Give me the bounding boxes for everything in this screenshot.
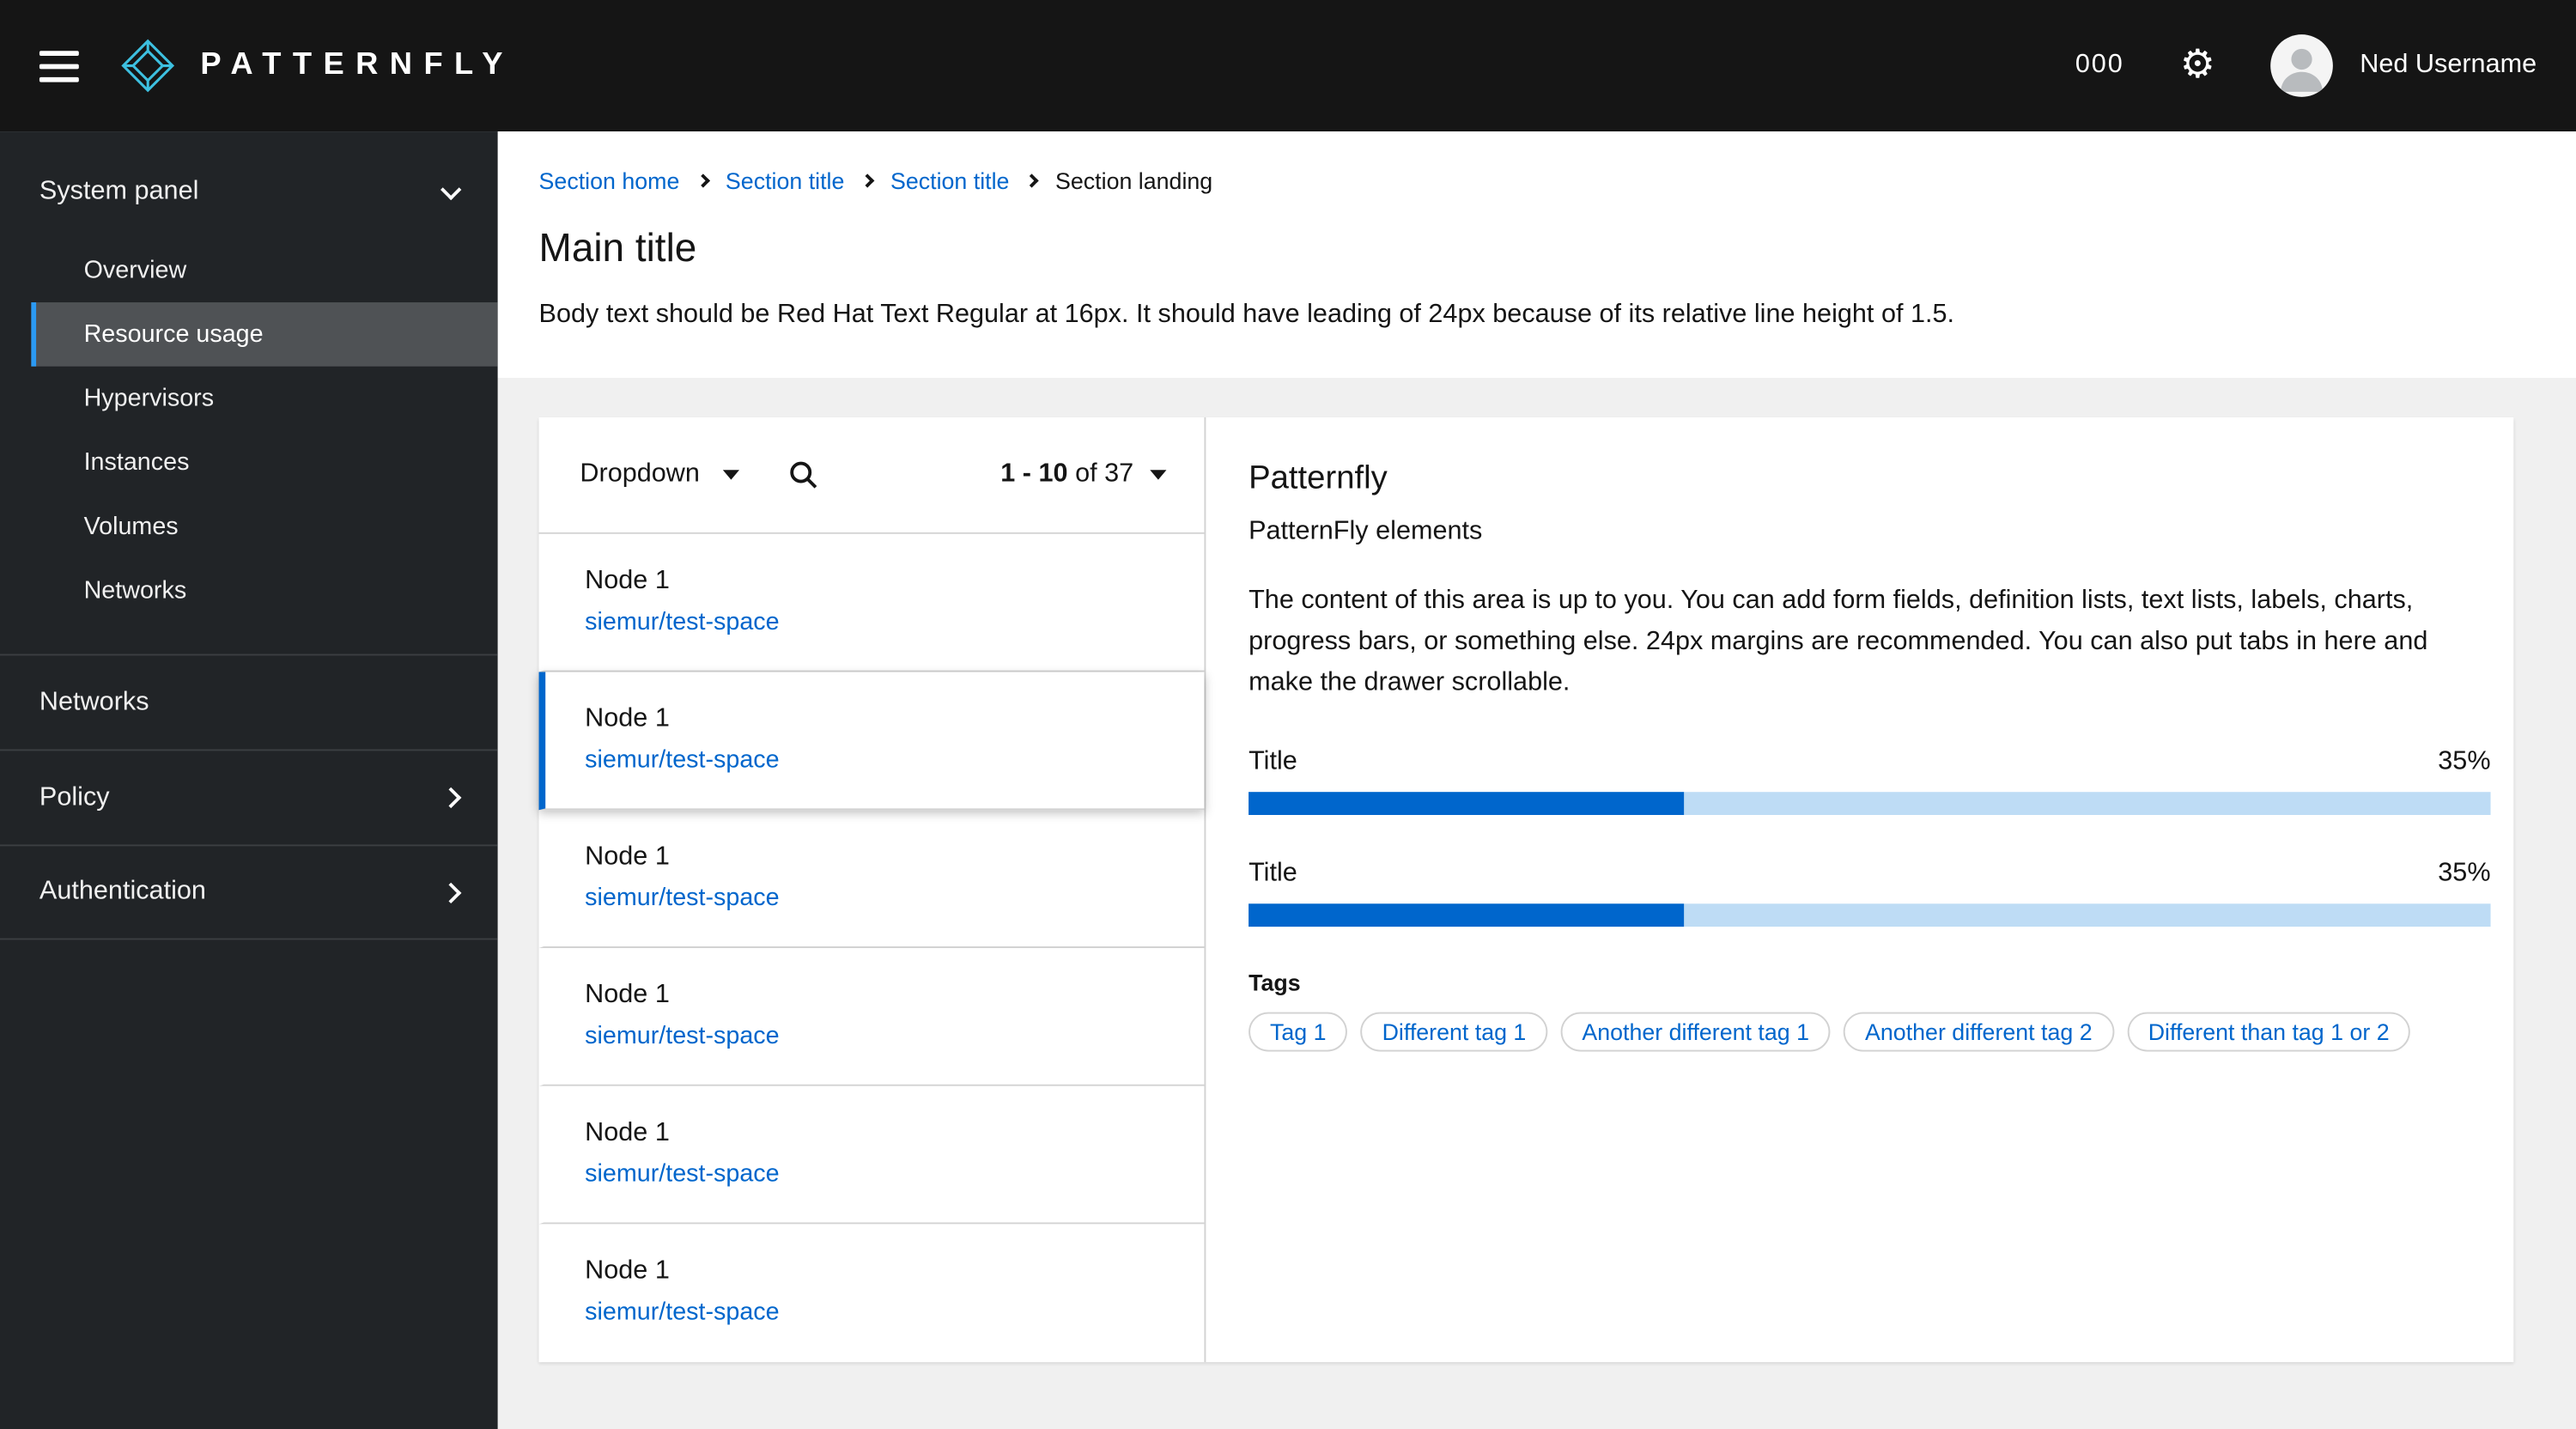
progress-label: Title [1249,859,1297,888]
networks-label: Networks [39,687,149,716]
tags-row: Tag 1 Different tag 1 Another different … [1249,1012,2490,1052]
list-item[interactable]: Node 1 siemur/test-space [538,947,1205,1086]
sidebar-item-networks[interactable]: Networks [0,654,498,749]
node-title: Node 1 [585,567,670,595]
pagination-toggle[interactable]: 1 - 10 of 37 [1000,459,1167,490]
pagination-range: 1 - 10 [1000,459,1068,489]
progress-bar [1249,903,2491,927]
tag-pill[interactable]: Tag 1 [1249,1012,1348,1052]
breadcrumb-separator-icon [860,173,875,188]
app: PATTERNFLY 000 ⚙ Ned Username System pan… [0,0,2576,1429]
pagination-total: of 37 [1075,459,1134,489]
breadcrumb-link[interactable]: Section title [890,167,1009,194]
progress-header: Title 35% [1249,748,2490,777]
authentication-label: Authentication [39,877,206,906]
progress-value: 35% [2438,859,2491,888]
sidebar-item-authentication[interactable]: Authentication [0,844,498,940]
data-list-panel: Dropdown 1 - 10 of 37 Node 1 siemur/test… [538,417,1205,1363]
list-toolbar: Dropdown 1 - 10 of 37 [538,417,1205,534]
breadcrumb-current: Section landing [1055,167,1213,194]
system-panel-label: System panel [39,177,199,206]
list-item[interactable]: Node 1 siemur/test-space [538,1085,1205,1225]
node-title: Node 1 [585,1118,670,1147]
chevron-right-icon [440,881,462,903]
user-menu[interactable]: Ned Username [2270,34,2537,97]
breadcrumb-separator-icon [1025,173,1040,188]
caret-down-icon [1150,470,1167,480]
node-title: Node 1 [585,704,670,733]
search-button[interactable] [788,460,817,490]
masthead-counter: 000 [2075,51,2124,79]
main-area: Section home Section title Section title… [497,131,2576,1429]
node-link[interactable]: siemur/test-space [585,601,1204,644]
search-icon [790,461,817,489]
breadcrumb-link[interactable]: Section title [726,167,844,194]
list-item[interactable]: Node 1 siemur/test-space [538,1224,1205,1363]
avatar [2270,34,2334,97]
list-item[interactable]: Node 1 siemur/test-space [538,533,1205,672]
caret-down-icon [722,470,739,480]
progress-label: Title [1249,747,1297,776]
breadcrumb-separator-icon [696,173,710,188]
chevron-down-icon [440,178,462,200]
progress-bar-fill [1249,792,1684,815]
sidebar-item-policy[interactable]: Policy [0,749,498,844]
sidebar-item-system-panel[interactable]: System panel [0,146,498,238]
sidebar-item-volumes[interactable]: Volumes [31,495,497,559]
node-link[interactable]: siemur/test-space [585,878,1204,921]
sidebar: System panel Overview Resource usage Hyp… [0,131,498,1429]
content-card: Dropdown 1 - 10 of 37 Node 1 siemur/test… [538,417,2514,1363]
page-description: Body text should be Red Hat Text Regular… [538,301,1955,329]
tag-pill[interactable]: Different than tag 1 or 2 [2126,1012,2411,1052]
progress-bar [1249,792,2491,815]
dropdown-label: Dropdown [580,459,700,489]
breadcrumb: Section home Section title Section title… [539,164,2536,197]
tag-pill[interactable]: Different tag 1 [1360,1012,1548,1052]
node-link[interactable]: siemur/test-space [585,1153,1204,1196]
drawer-title: Patternfly [1249,459,1388,496]
node-link[interactable]: siemur/test-space [585,739,1204,782]
node-title: Node 1 [585,1256,670,1286]
content-area: Dropdown 1 - 10 of 37 Node 1 siemur/test… [497,378,2576,1429]
progress-value: 35% [2438,747,2491,776]
system-panel-subnav: Overview Resource usage Hypervisors Inst… [0,238,498,654]
sidebar-item-instances[interactable]: Instances [31,430,497,495]
username-label: Ned Username [2360,51,2537,79]
node-link[interactable]: siemur/test-space [585,1015,1204,1058]
node-title: Node 1 [585,981,670,1009]
tag-pill[interactable]: Another different tag 2 [1844,1012,2114,1052]
sidebar-item-networks-sub[interactable]: Networks [31,559,497,623]
page-title: Main title [538,227,697,271]
patternfly-logo-icon [121,39,175,93]
sidebar-item-overview[interactable]: Overview [31,238,497,302]
drawer-description: The content of this area is up to you. Y… [1249,587,2428,697]
node-link[interactable]: siemur/test-space [585,1292,1204,1335]
masthead-right: 000 ⚙ Ned Username [2075,34,2537,97]
chevron-right-icon [440,787,462,809]
settings-gear-icon[interactable]: ⚙ [2180,46,2215,86]
brand-logo[interactable]: PATTERNFLY [118,36,514,95]
list-item[interactable]: Node 1 siemur/test-space [538,810,1205,948]
brand-name: PATTERNFLY [200,47,514,82]
node-title: Node 1 [585,842,670,872]
breadcrumb-link[interactable]: Section home [539,167,680,194]
page-header: Section home Section title Section title… [497,131,2576,379]
tags-label: Tags [1249,969,1301,996]
tag-pill[interactable]: Another different tag 1 [1560,1012,1831,1052]
sidebar-item-hypervisors[interactable]: Hypervisors [31,367,497,431]
dropdown-toggle[interactable]: Dropdown [580,459,739,490]
list-item-selected[interactable]: Node 1 siemur/test-space [538,672,1205,811]
detail-drawer: Patternfly PatternFly elements The conte… [1204,417,2513,1363]
progress-header: Title 35% [1249,860,2490,889]
nav-toggle-icon[interactable] [39,50,79,82]
sidebar-item-resource-usage[interactable]: Resource usage [31,302,498,367]
progress-bar-fill [1249,903,1684,927]
policy-label: Policy [39,782,110,812]
drawer-subtitle: PatternFly elements [1249,517,1483,546]
masthead: PATTERNFLY 000 ⚙ Ned Username [0,0,2576,132]
